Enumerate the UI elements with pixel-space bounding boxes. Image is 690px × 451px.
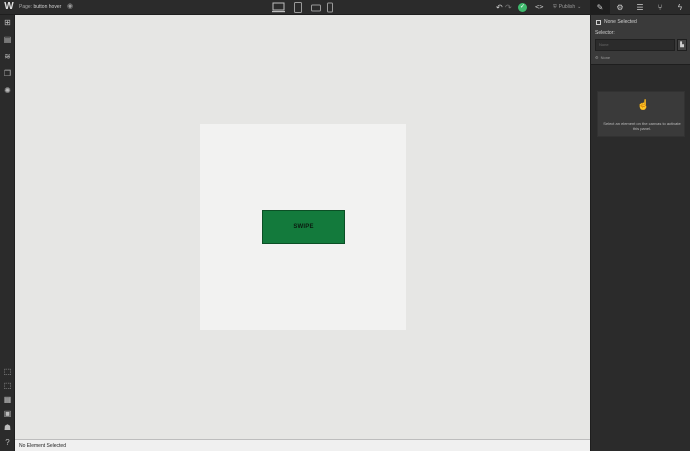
tablet-view-icon[interactable] bbox=[294, 2, 302, 13]
publish-label: Publish bbox=[558, 4, 576, 10]
saved-status-check-icon: ✓ bbox=[518, 3, 527, 12]
navigator-grid-icon[interactable]: ▦ bbox=[3, 395, 12, 404]
left-sidebar: ⊞ ▤ ≋ ❐ ✺ ⬚ ⬚ ▦ ▣ ☗ ? bbox=[0, 15, 15, 451]
page-label-prefix: Page: bbox=[19, 4, 33, 10]
page-selector[interactable]: Page: button hover bbox=[19, 3, 61, 11]
designer-app: W Page: button hover ◉ ↶ ↷ ✓ <> ⛨ Publis… bbox=[0, 0, 690, 451]
design-canvas[interactable]: SWIPE bbox=[15, 15, 590, 439]
help-icon[interactable]: ? bbox=[3, 438, 12, 447]
add-element-icon[interactable]: ⊞ bbox=[3, 18, 12, 27]
selector-section: None Selected Selector: None ▙ ⚙ None bbox=[591, 15, 690, 65]
chevron-down-icon: ⌄ bbox=[577, 4, 582, 10]
empty-panel-card: ☝ Select an element on the canvas to act… bbox=[597, 91, 685, 137]
none-state-label: None bbox=[600, 55, 611, 60]
tab-style-manager-icon[interactable]: ☰ bbox=[630, 0, 650, 15]
none-state-item[interactable]: ⚙ None bbox=[595, 54, 610, 61]
pages-icon[interactable]: ▤ bbox=[3, 35, 12, 44]
selector-options-icon[interactable]: ▙ bbox=[677, 39, 687, 51]
mobile-landscape-view-icon[interactable] bbox=[311, 2, 321, 13]
hand-pointer-icon: ☝ bbox=[637, 100, 650, 111]
undo-icon[interactable]: ↶ bbox=[496, 3, 504, 12]
tab-lightning-icon[interactable]: ϟ bbox=[670, 0, 690, 15]
box-select-icon[interactable]: ⬚ bbox=[3, 381, 12, 390]
top-bar: W Page: button hover ◉ ↶ ↷ ✓ <> ⛨ Publis… bbox=[0, 0, 690, 15]
tab-settings-gear-icon[interactable]: ⚙ bbox=[610, 0, 630, 15]
panel-tabs: ✎ ⚙ ☰ ⑂ ϟ bbox=[590, 0, 690, 15]
webflow-logo[interactable]: W bbox=[3, 1, 15, 13]
artboard-section[interactable]: SWIPE bbox=[200, 124, 406, 330]
none-selected-toggle[interactable]: None Selected bbox=[596, 18, 637, 26]
empty-panel-message: Select an element on the canvas to activ… bbox=[603, 121, 681, 131]
settings-sun-icon[interactable]: ✺ bbox=[3, 86, 12, 95]
gear-icon: ⚙ bbox=[595, 55, 599, 60]
redo-icon[interactable]: ↷ bbox=[505, 3, 513, 12]
tab-style-brush-icon[interactable]: ✎ bbox=[590, 0, 610, 15]
none-selected-label: None Selected bbox=[604, 19, 637, 25]
select-tool-icon[interactable]: ⬚ bbox=[3, 367, 12, 376]
tab-interactions-icon[interactable]: ⑂ bbox=[650, 0, 670, 15]
layout-icon[interactable]: ▣ bbox=[3, 409, 12, 418]
swipe-button[interactable]: SWIPE bbox=[262, 210, 345, 244]
users-icon[interactable]: ☗ bbox=[3, 423, 12, 432]
status-text: No Element Selected bbox=[19, 443, 66, 449]
publish-button[interactable]: ⛨ Publish ⌄ bbox=[553, 2, 581, 13]
style-panel: None Selected Selector: None ▙ ⚙ None ☝ … bbox=[590, 15, 690, 451]
selector-label: Selector: bbox=[595, 30, 615, 36]
publish-icon: ⛨ bbox=[553, 4, 557, 10]
preview-eye-icon[interactable]: ◉ bbox=[67, 3, 75, 11]
cms-database-icon[interactable]: ≋ bbox=[3, 52, 12, 61]
code-export-icon[interactable]: <> bbox=[535, 2, 545, 13]
none-selected-checkbox[interactable] bbox=[596, 19, 601, 25]
page-name: button hover bbox=[33, 4, 62, 10]
assets-icon[interactable]: ❐ bbox=[3, 69, 12, 78]
status-bar: No Element Selected bbox=[15, 439, 590, 451]
selector-input[interactable]: None bbox=[595, 39, 675, 51]
mobile-portrait-view-icon[interactable] bbox=[327, 2, 333, 13]
desktop-view-icon[interactable] bbox=[272, 2, 285, 13]
